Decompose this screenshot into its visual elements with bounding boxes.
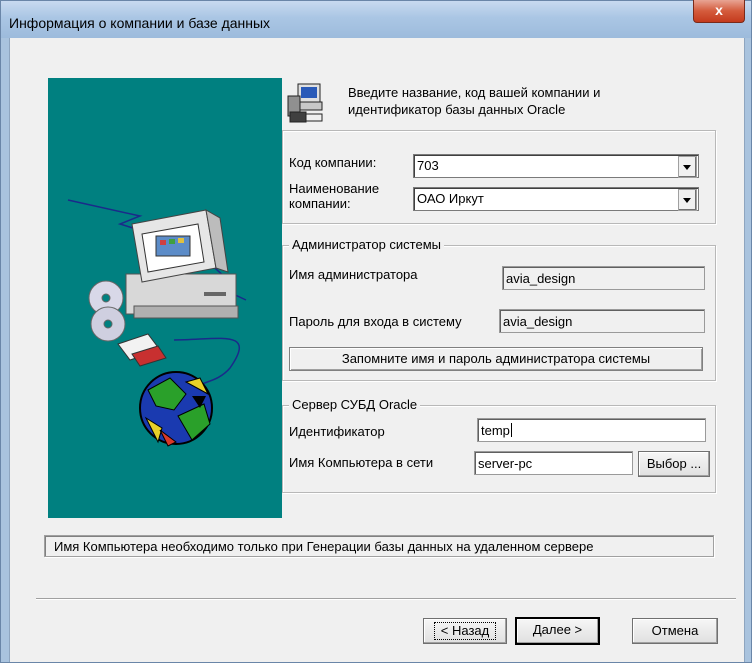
computer-globe-illustration bbox=[67, 199, 247, 447]
server-id-label: Идентификатор bbox=[289, 424, 385, 439]
status-hint: Имя Компьютера необходимо только при Ген… bbox=[44, 535, 714, 557]
company-name-label-line1: Наименование bbox=[289, 181, 380, 196]
header-line-1: Введите название, код вашей компании и bbox=[348, 85, 601, 100]
admin-name-value: avia_design bbox=[506, 271, 576, 286]
next-button[interactable]: Далее > bbox=[515, 617, 600, 645]
server-host-value: server-pc bbox=[478, 456, 533, 471]
admin-name-field[interactable]: avia_design bbox=[502, 266, 705, 290]
company-code-label: Код компании: bbox=[289, 155, 377, 170]
back-button-label: < Назад bbox=[433, 622, 497, 640]
close-icon: x bbox=[715, 2, 723, 18]
text-caret bbox=[510, 423, 512, 437]
dialog-window: Информация о компании и базе данных x Вв… bbox=[0, 0, 752, 663]
footer-separator bbox=[36, 598, 736, 600]
server-group-label: Сервер СУБД Oracle bbox=[289, 397, 421, 412]
cancel-button[interactable]: Отмена bbox=[632, 618, 718, 644]
company-name-combo[interactable]: ОАО Иркут bbox=[413, 187, 699, 211]
window-title: Информация о компании и базе данных bbox=[9, 15, 271, 31]
company-name-label: Наименование компании: bbox=[289, 181, 379, 211]
header-instructions: Введите название, код вашей компании и и… bbox=[348, 84, 708, 118]
computer-install-icon bbox=[287, 83, 323, 123]
admin-password-value: avia_design bbox=[503, 314, 573, 329]
browse-button[interactable]: Выбор ... bbox=[638, 451, 710, 477]
remember-credentials-button[interactable]: Запомните имя и пароль администратора си… bbox=[289, 347, 703, 371]
back-button[interactable]: < Назад bbox=[423, 618, 507, 644]
admin-password-field[interactable]: avia_design bbox=[499, 309, 705, 333]
admin-name-label: Имя администратора bbox=[289, 267, 418, 282]
company-name-value: ОАО Иркут bbox=[417, 191, 484, 206]
dialog-client: Введите название, код вашей компании и и… bbox=[9, 38, 745, 662]
header-line-2: идентификатор базы данных Oracle bbox=[348, 102, 566, 117]
title-bar[interactable]: Информация о компании и базе данных bbox=[1, 1, 751, 38]
admin-password-label: Пароль для входа в систему bbox=[289, 314, 462, 329]
company-name-label-line2: компании: bbox=[289, 196, 351, 211]
admin-group-label: Администратор системы bbox=[289, 237, 444, 252]
close-button[interactable]: x bbox=[693, 0, 745, 23]
server-host-input[interactable]: server-pc bbox=[474, 451, 633, 475]
wizard-illustration bbox=[48, 78, 282, 518]
dropdown-arrow-icon[interactable] bbox=[678, 156, 697, 178]
dropdown-arrow-icon[interactable] bbox=[678, 189, 697, 211]
company-code-combo[interactable]: 703 bbox=[413, 154, 699, 178]
server-id-value: temp bbox=[481, 423, 510, 438]
company-code-value: 703 bbox=[417, 158, 439, 173]
server-id-input[interactable]: temp bbox=[477, 418, 706, 442]
server-host-label: Имя Компьютера в сети bbox=[289, 455, 434, 470]
